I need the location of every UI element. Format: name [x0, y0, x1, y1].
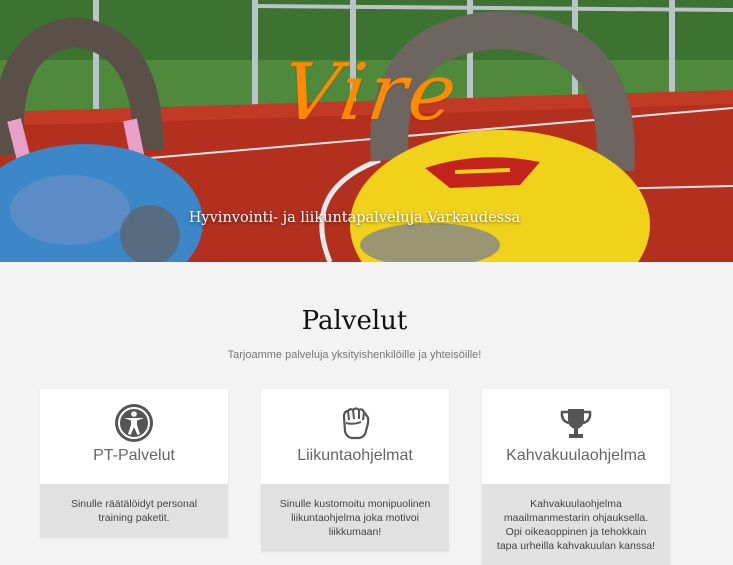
service-card-description: Sinulle räätälöidyt personal training pa…: [40, 484, 228, 537]
fist-icon: [342, 407, 370, 440]
accessibility-person-icon: [115, 404, 153, 442]
service-card-description: Sinulle kustomoitu monipuolinen liikunta…: [261, 484, 449, 551]
service-card-pt[interactable]: PT-Palvelut Sinulle räätälöidyt personal…: [40, 389, 228, 537]
section-title: Palvelut: [301, 306, 408, 336]
service-card-liikunta[interactable]: Liikuntaohjelmat Sinulle kustomoitu moni…: [261, 389, 449, 551]
service-card-title: Liikuntaohjelmat: [297, 447, 413, 464]
service-card-kahvakuula[interactable]: Kahvakuulaohjelma Kahvakuulaohjelma maai…: [482, 389, 670, 565]
service-card-title: Kahvakuulaohjelma: [506, 447, 646, 464]
trophy-icon: [560, 409, 592, 438]
section-subtitle: Tarjoamme palveluja yksityishenkilöille …: [227, 349, 482, 361]
service-card-title: PT-Palvelut: [93, 447, 175, 464]
site-logo[interactable]: Vire: [277, 48, 465, 138]
hero-banner: Vire Hyvinvointi- ja liikuntapalveluja V…: [0, 0, 733, 262]
service-card-description: Kahvakuulaohjelma maailmanmestarin ohjau…: [482, 484, 670, 565]
hero-tagline: Hyvinvointi- ja liikuntapalveluja Varkau…: [188, 210, 521, 226]
